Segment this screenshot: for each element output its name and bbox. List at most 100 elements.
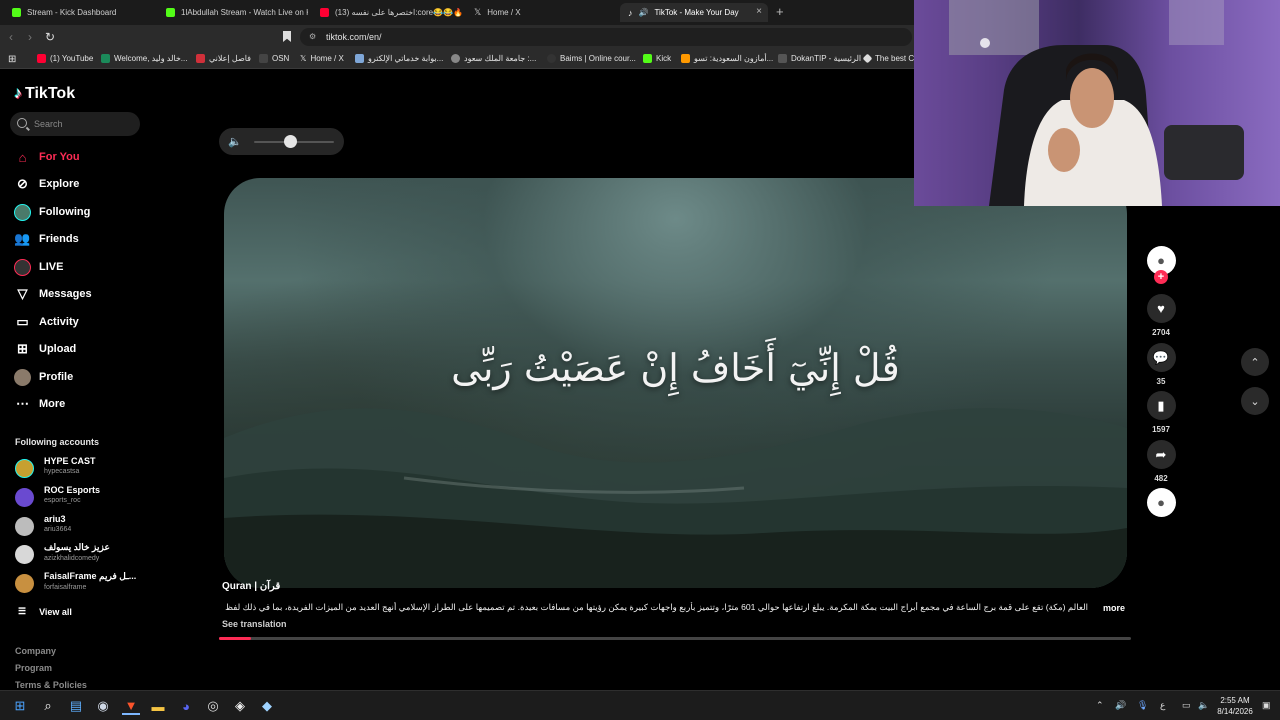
bookmark-icon[interactable] — [283, 31, 291, 42]
see-translation-button[interactable]: See translation — [222, 619, 287, 629]
volume-tray-icon[interactable]: 🔊 — [1115, 700, 1126, 711]
volume-icon[interactable]: 🔈 — [228, 135, 242, 148]
bookmark-welcome[interactable]: Welcome, خالد وليد... — [101, 54, 187, 63]
steam-icon[interactable]: ◉ — [94, 697, 112, 715]
account-name: FaisalFrame ـل فريم... — [44, 571, 137, 581]
bookmark-osn[interactable]: OSN — [259, 54, 289, 63]
microphone-tray-icon[interactable]: 🎙 — [1137, 700, 1148, 711]
previous-video-button[interactable]: ⌃ — [1241, 348, 1269, 376]
follow-plus-button[interactable]: + — [1154, 270, 1168, 284]
save-button[interactable]: ▮ 1597 — [1146, 391, 1176, 434]
system-clock[interactable]: 2:55 AM 8/14/2026 — [1210, 695, 1260, 717]
tray-overflow-icon[interactable]: ⌃ — [1096, 700, 1104, 711]
account-aziz-khalid[interactable]: عزيز خالد يسولف azizkhalidcomedy — [15, 542, 110, 564]
url-field[interactable]: tiktok.com/en/ — [300, 28, 912, 46]
photos-app-icon[interactable]: ▤ — [67, 697, 85, 715]
footer-terms[interactable]: Terms & Policies — [15, 680, 87, 690]
file-explorer-icon[interactable]: ▬ — [149, 697, 167, 715]
back-icon[interactable]: ‹ — [9, 30, 13, 44]
logo-text: TikTok — [25, 85, 76, 102]
site-icon — [547, 54, 556, 63]
display-tray-icon[interactable]: ▭ — [1182, 700, 1191, 711]
app-icon[interactable]: ◈ — [231, 697, 249, 715]
reload-icon[interactable]: ↻ — [45, 30, 55, 44]
bookmark-services[interactable]: بوابة خدماتي الإلكترو... — [355, 54, 443, 63]
nav-messages[interactable]: ▽ Messages — [14, 285, 92, 303]
nav-label: More — [39, 398, 66, 410]
nav-profile[interactable]: Profile — [14, 368, 73, 386]
comment-button[interactable]: 💬 35 — [1146, 343, 1176, 386]
brave-browser-icon[interactable]: ▼ — [122, 697, 140, 715]
account-hype-cast[interactable]: HYPE CAST hypecastsa — [15, 456, 96, 478]
steam-alt-icon[interactable]: ◆ — [258, 697, 276, 715]
tab-kick-dashboard[interactable]: Stream - Kick Dashboard — [4, 3, 154, 22]
discord-icon[interactable]: ◕ — [177, 697, 195, 715]
sound-avatar-button[interactable]: ● — [1146, 488, 1176, 517]
live-icon — [14, 258, 31, 276]
close-tab-icon[interactable]: × — [756, 6, 762, 17]
avatar — [15, 459, 34, 478]
notifications-icon[interactable]: ▣ — [1262, 700, 1271, 711]
footer-program[interactable]: Program — [15, 663, 52, 673]
bookmark-baims[interactable]: Baims | Online cour... — [547, 54, 636, 63]
comment-count: 35 — [1156, 377, 1166, 386]
tiktok-icon: ♪ — [628, 7, 633, 18]
caption-more-button[interactable]: more — [1103, 603, 1125, 613]
youtube-icon — [320, 8, 329, 17]
bookmark-best[interactable]: The best Cl — [862, 53, 916, 64]
video-author[interactable]: Quran | قرآن — [222, 581, 280, 592]
apps-grid-icon[interactable]: ⊞ — [8, 54, 16, 65]
friends-icon: 👥 — [14, 231, 31, 246]
bookmark-x[interactable]: 𝕏 Home / X — [300, 54, 344, 63]
bookmark-amazon[interactable]: أمازون السعودية: تسو... — [681, 54, 773, 63]
nav-following[interactable]: Following — [14, 203, 90, 221]
avatar — [15, 545, 34, 564]
bookmark-ad-break[interactable]: فاصل إعلاني — [196, 54, 251, 63]
video-progress-bar[interactable] — [219, 637, 1131, 640]
bookmark-kick[interactable]: Kick — [643, 54, 671, 63]
windows-start-icon[interactable]: ⊞ — [11, 697, 29, 715]
nav-for-you[interactable]: ⌂ For You — [14, 148, 80, 166]
tab-youtube[interactable]: (13) اختصرها على نفسه:core😂😂🔥ان — [312, 3, 462, 22]
nav-explore[interactable]: ⊘ Explore — [14, 175, 79, 193]
nav-label: Profile — [39, 371, 74, 383]
account-ariu3[interactable]: ariu3 ariu3664 — [15, 514, 71, 536]
bookmark-ksu[interactable]: جامعة الملك سعود :... — [451, 54, 536, 63]
bookmark-dokantip[interactable]: DokanTIP - الرئيسية — [778, 54, 861, 63]
tiktok-logo[interactable]: ♪ TikTok — [14, 85, 75, 103]
search-icon[interactable]: ⌕ — [39, 697, 57, 715]
account-faisal-frame[interactable]: FaisalFrame ـل فريم... forfaisalframe — [15, 571, 136, 593]
view-all-button[interactable]: ☰ View all — [18, 606, 72, 617]
volume-slider-handle[interactable] — [283, 135, 297, 148]
share-count: 482 — [1154, 474, 1168, 483]
share-button[interactable]: ➦ 482 — [1146, 440, 1176, 483]
kick-icon — [643, 54, 652, 63]
tab-kick-stream[interactable]: 1lAbdullah Stream - Watch Live on K — [158, 3, 308, 22]
account-roc-esports[interactable]: ROC Esports esports_roc — [15, 485, 100, 507]
site-info-icon[interactable]: ⚙ — [309, 32, 316, 41]
video-player[interactable]: قُلْ إِنِّيٓ أَخَافُ إِنْ عَصَيْتُ رَبِّ… — [224, 178, 1127, 588]
webcam-overlay — [914, 0, 1280, 206]
amazon-icon — [681, 54, 690, 63]
input-language[interactable]: ع — [1160, 700, 1165, 711]
bookmark-youtube[interactable]: (1) YouTube — [37, 54, 93, 63]
nav-more[interactable]: ⋯ More — [14, 395, 65, 413]
obs-icon[interactable]: ◎ — [204, 697, 222, 715]
nav-activity[interactable]: ▭ Activity — [14, 313, 78, 331]
clock-date: 8/14/2026 — [1217, 707, 1253, 716]
like-button[interactable]: ♥ 2704 — [1146, 294, 1176, 337]
search-input[interactable] — [10, 112, 140, 136]
account-handle: esports_roc — [44, 497, 81, 504]
tab-x-home[interactable]: 𝕏 Home / X — [466, 3, 616, 22]
avatar — [15, 517, 34, 536]
next-video-button[interactable]: ⌄ — [1241, 387, 1269, 415]
nav-live[interactable]: LIVE — [14, 258, 63, 276]
new-tab-button[interactable]: + — [776, 4, 784, 19]
site-icon — [778, 54, 787, 63]
footer-company[interactable]: Company — [15, 646, 56, 656]
tab-tiktok[interactable]: ♪ 🔊 TikTok - Make Your Day × — [620, 3, 768, 22]
forward-icon[interactable]: › — [28, 30, 32, 44]
nav-upload[interactable]: ⊞ Upload — [14, 340, 76, 358]
nav-friends[interactable]: 👥 Friends — [14, 230, 78, 248]
speaker-tray-icon[interactable]: 🔈 — [1198, 700, 1209, 711]
